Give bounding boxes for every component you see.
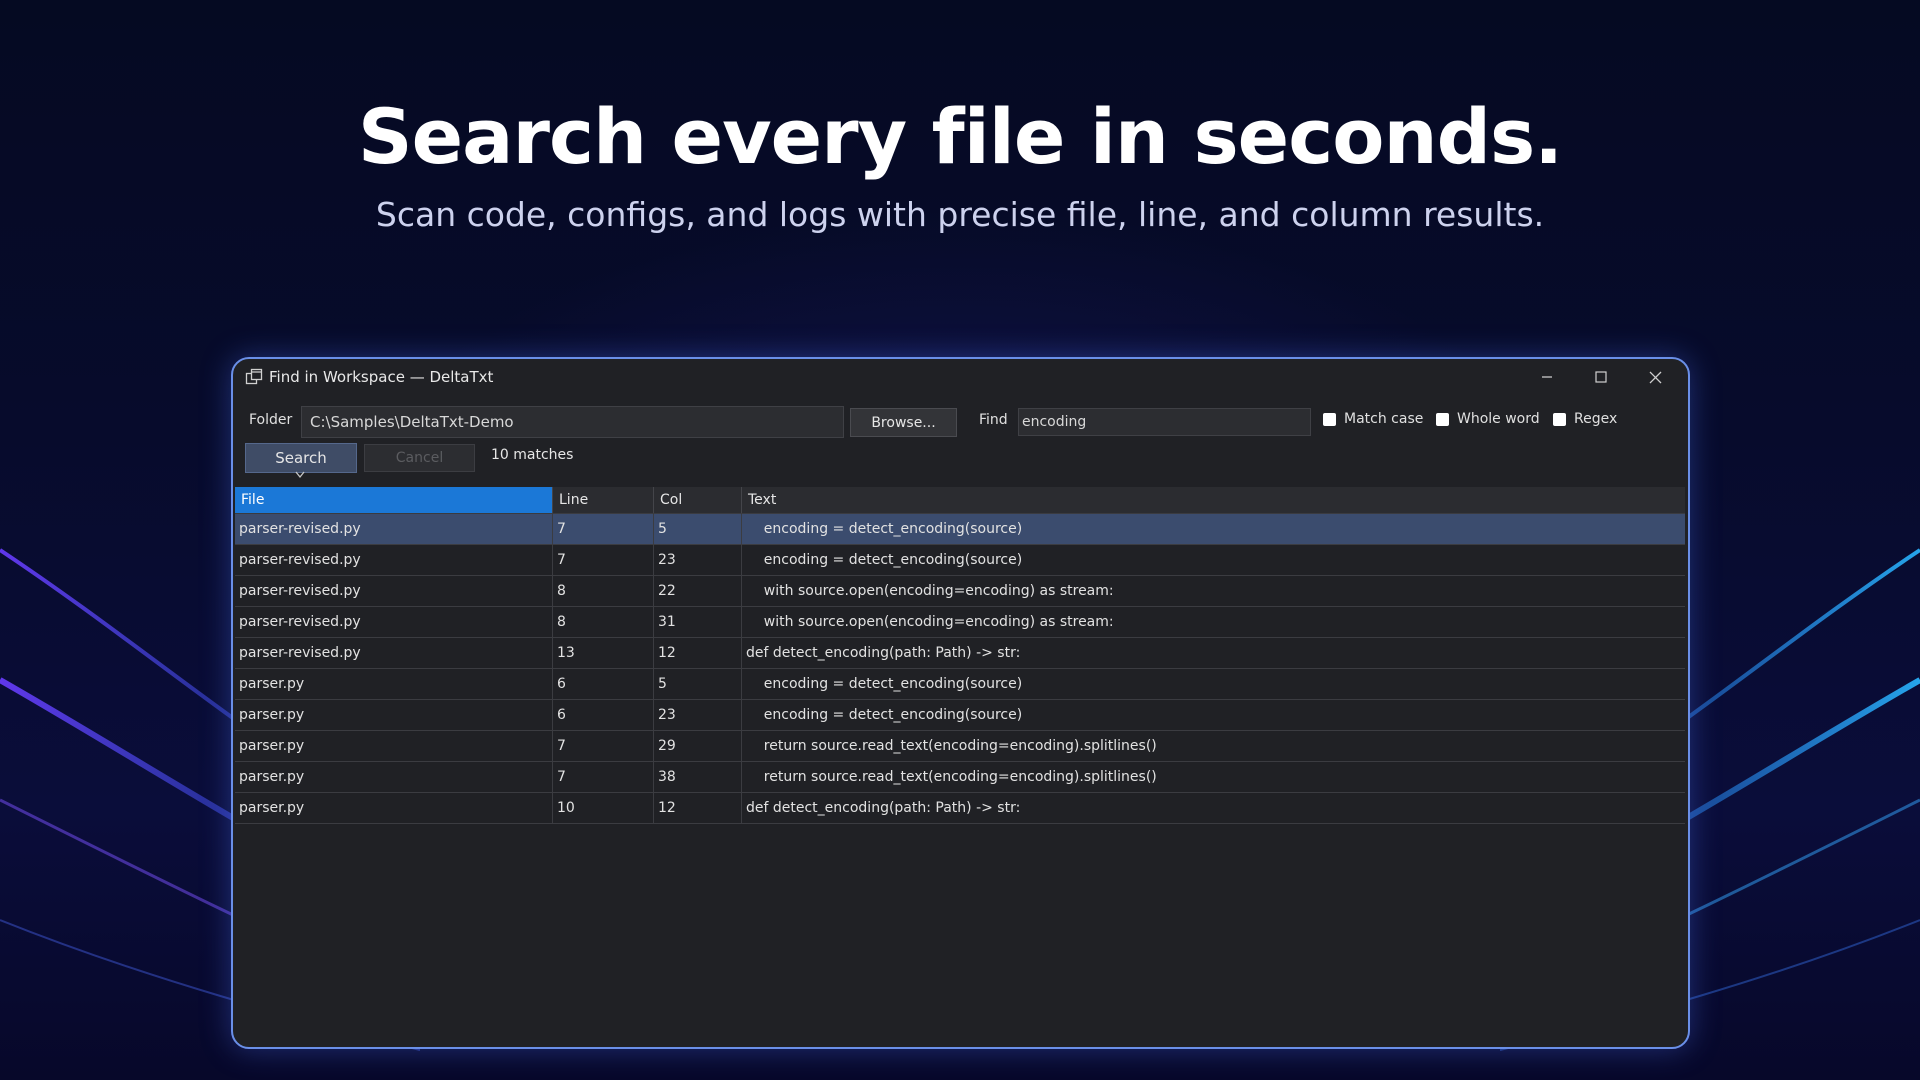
cell-col: 22 (654, 576, 742, 606)
find-label: Find (979, 412, 1008, 428)
maximize-button[interactable] (1574, 359, 1628, 395)
table-row[interactable]: parser.py 10 12 def detect_encoding(path… (235, 793, 1685, 824)
hero-headline: Search every file in seconds. (357, 92, 1563, 181)
cell-file: parser.py (235, 731, 553, 761)
cell-file: parser-revised.py (235, 576, 553, 606)
cell-text: def detect_encoding(path: Path) -> str: (746, 645, 1021, 661)
cell-text: encoding = detect_encoding(source) (746, 707, 1023, 723)
cell-col: 5 (654, 669, 742, 699)
cell-col: 31 (654, 607, 742, 637)
cell-col: 12 (654, 638, 742, 668)
cell-file: parser-revised.py (235, 607, 553, 637)
cell-line: 10 (553, 793, 654, 823)
match-case-box[interactable] (1323, 412, 1336, 426)
column-header-col[interactable]: Col (654, 487, 742, 513)
cell-line: 6 (553, 669, 654, 699)
cell-file: parser-revised.py (235, 514, 553, 544)
regex-box[interactable] (1553, 412, 1566, 426)
table-row[interactable]: parser.py 6 23 encoding = detect_encodin… (235, 700, 1685, 731)
cell-text: with source.open(encoding=encoding) as s… (746, 614, 1114, 630)
regex-label: Regex (1574, 411, 1618, 427)
hero-subhead: Scan code, configs, and logs with precis… (375, 195, 1545, 234)
results-header-row: File Line Col Text (235, 487, 1685, 514)
cell-line: 7 (553, 545, 654, 575)
cell-col: 23 (654, 545, 742, 575)
whole-word-checkbox[interactable]: Whole word (1436, 411, 1540, 427)
search-button[interactable]: Search (245, 443, 357, 473)
cell-text: encoding = detect_encoding(source) (746, 521, 1023, 537)
cell-text: encoding = detect_encoding(source) (746, 676, 1023, 692)
close-button[interactable] (1628, 359, 1682, 395)
cell-line: 7 (553, 514, 654, 544)
cell-file: parser.py (235, 700, 553, 730)
whole-word-label: Whole word (1457, 411, 1540, 427)
column-header-text[interactable]: Text (742, 487, 1685, 513)
cell-line: 8 (553, 607, 654, 637)
table-row[interactable]: parser.py 7 29 return source.read_text(e… (235, 731, 1685, 762)
cell-text: with source.open(encoding=encoding) as s… (746, 583, 1114, 599)
table-row[interactable]: parser-revised.py 8 22 with source.open(… (235, 576, 1685, 607)
cell-col: 38 (654, 762, 742, 792)
folder-label: Folder (249, 412, 293, 428)
table-row[interactable]: parser.py 7 38 return source.read_text(e… (235, 762, 1685, 793)
cell-text: return source.read_text(encoding=encodin… (746, 769, 1157, 785)
cell-col: 23 (654, 700, 742, 730)
match-case-checkbox[interactable]: Match case (1323, 411, 1423, 427)
window-title: Find in Workspace — DeltaTxt (269, 368, 494, 386)
column-header-file[interactable]: File (235, 487, 553, 513)
regex-checkbox[interactable]: Regex (1553, 411, 1617, 427)
whole-word-box[interactable] (1436, 412, 1449, 426)
cell-file: parser.py (235, 762, 553, 792)
browse-button[interactable]: Browse... (850, 408, 957, 437)
cell-text: encoding = detect_encoding(source) (746, 552, 1023, 568)
cell-text: return source.read_text(encoding=encodin… (746, 738, 1157, 754)
table-row[interactable]: parser-revised.py 8 31 with source.open(… (235, 607, 1685, 638)
cell-col: 29 (654, 731, 742, 761)
cell-line: 6 (553, 700, 654, 730)
cell-line: 8 (553, 576, 654, 606)
table-row[interactable]: parser-revised.py 7 23 encoding = detect… (235, 545, 1685, 576)
table-row[interactable]: parser-revised.py 13 12 def detect_encod… (235, 638, 1685, 669)
find-in-workspace-window: Find in Workspace — DeltaTxt Folder C:\S… (231, 357, 1690, 1049)
cell-file: parser.py (235, 793, 553, 823)
column-header-line[interactable]: Line (553, 487, 654, 513)
cell-col: 12 (654, 793, 742, 823)
results-table: File Line Col Text parser-revised.py 7 5… (235, 487, 1685, 824)
cell-line: 7 (553, 731, 654, 761)
cancel-button[interactable]: Cancel (364, 444, 475, 472)
cell-line: 7 (553, 762, 654, 792)
cursor-caret-icon (295, 471, 305, 479)
find-input[interactable]: encoding (1018, 408, 1311, 436)
table-row[interactable]: parser.py 6 5 encoding = detect_encoding… (235, 669, 1685, 700)
cell-text: def detect_encoding(path: Path) -> str: (746, 800, 1021, 816)
minimize-icon (1542, 376, 1552, 378)
match-case-label: Match case (1344, 411, 1424, 427)
minimize-button[interactable] (1520, 359, 1574, 395)
cell-file: parser-revised.py (235, 638, 553, 668)
table-row[interactable]: parser-revised.py 7 5 encoding = detect_… (235, 514, 1685, 545)
match-count: 10 matches (491, 447, 574, 463)
folder-path-input[interactable]: C:\Samples\DeltaTxt-Demo (301, 406, 844, 438)
window-titlebar[interactable]: Find in Workspace — DeltaTxt (233, 359, 1688, 395)
maximize-icon (1595, 371, 1607, 383)
cell-file: parser-revised.py (235, 545, 553, 575)
cell-file: parser.py (235, 669, 553, 699)
close-icon (1649, 371, 1661, 383)
cell-line: 13 (553, 638, 654, 668)
app-window-icon (245, 368, 263, 385)
cell-col: 5 (654, 514, 742, 544)
